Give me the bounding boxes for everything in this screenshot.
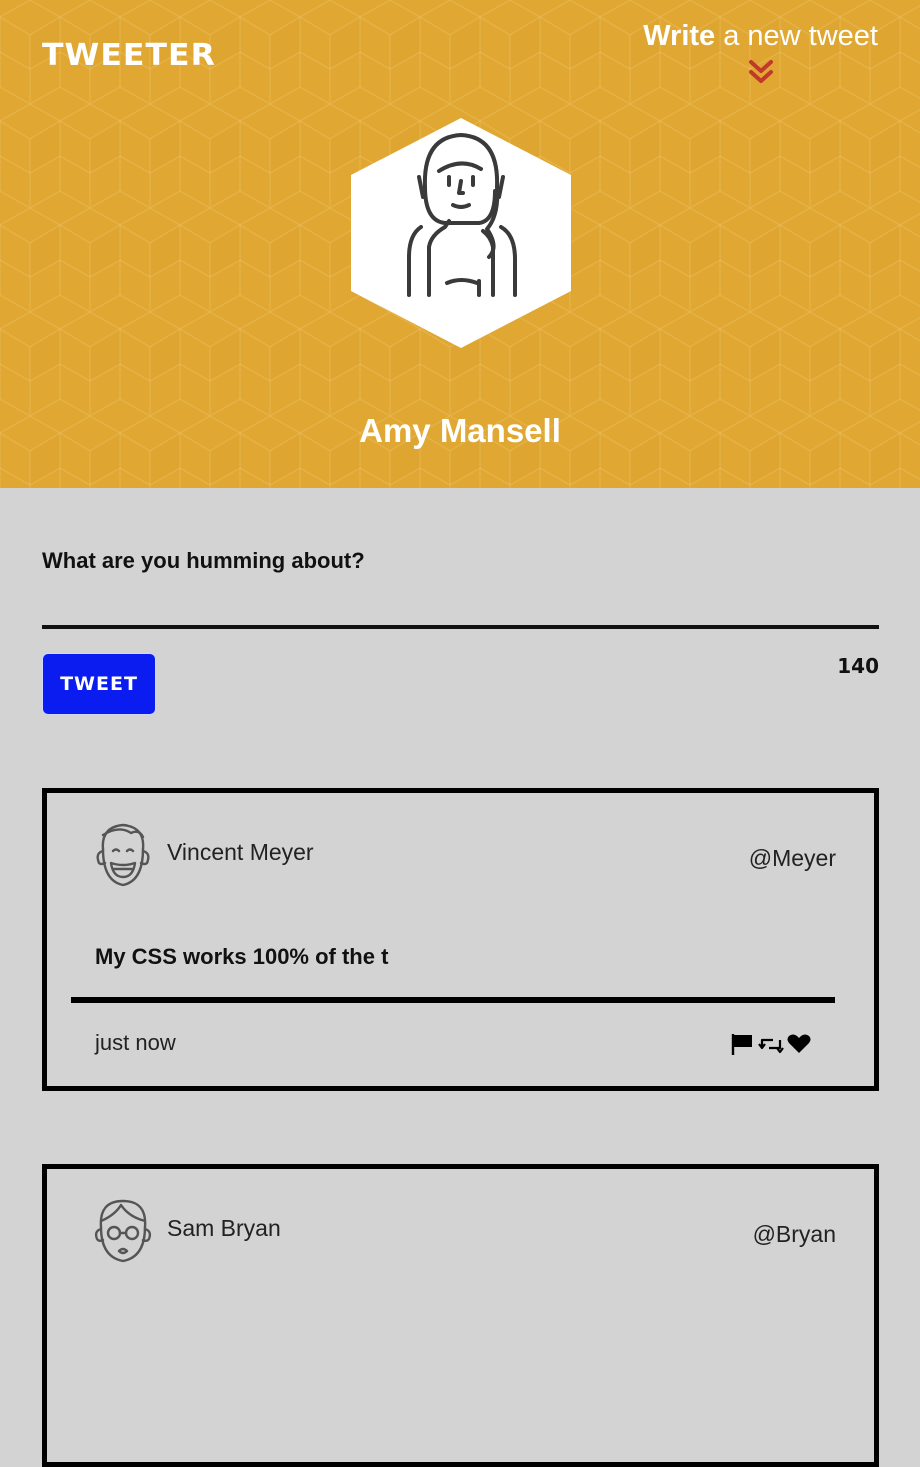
tweet-text: My CSS works 100% of the t (95, 944, 389, 969)
double-chevron-down-icon[interactable] (746, 57, 776, 87)
flag-icon[interactable] (730, 1032, 756, 1061)
tweet-card: Vincent Meyer @Meyer My CSS works 100% o… (42, 788, 879, 1091)
write-link-strong: Write (643, 20, 716, 52)
tweet-actions (730, 1032, 812, 1061)
tweet-user-handle[interactable]: @Bryan (753, 1221, 836, 1248)
write-link-rest: a new tweet (723, 20, 878, 52)
tweet-user-name[interactable]: Vincent Meyer (167, 839, 314, 866)
profile-header: TWEETER Write a new tweet Amy Mansell (0, 0, 920, 488)
compose-tweet-form: What are you humming about? TWEET 140 (42, 488, 879, 778)
profile-name: Amy Mansell (359, 412, 561, 449)
man-with-glasses-icon (94, 1199, 152, 1263)
heart-icon[interactable] (786, 1032, 812, 1061)
character-counter: 140 (837, 654, 879, 678)
compose-label: What are you humming about? (42, 548, 365, 573)
app-logo[interactable]: TWEETER (42, 38, 216, 73)
tweet-card: Sam Bryan @Bryan (42, 1164, 879, 1467)
write-new-tweet-link[interactable]: Write a new tweet (643, 20, 878, 87)
smiling-man-icon (96, 823, 150, 887)
tweet-timestamp: just now (95, 1030, 176, 1055)
tweet-user-handle[interactable]: @Meyer (749, 845, 836, 872)
tweet-divider (71, 997, 835, 1003)
tweet-text-input[interactable] (42, 583, 879, 629)
profile-avatar (351, 118, 571, 348)
tweet-button[interactable]: TWEET (42, 653, 156, 715)
retweet-icon[interactable] (758, 1032, 784, 1061)
tweet-user-name[interactable]: Sam Bryan (167, 1215, 281, 1242)
